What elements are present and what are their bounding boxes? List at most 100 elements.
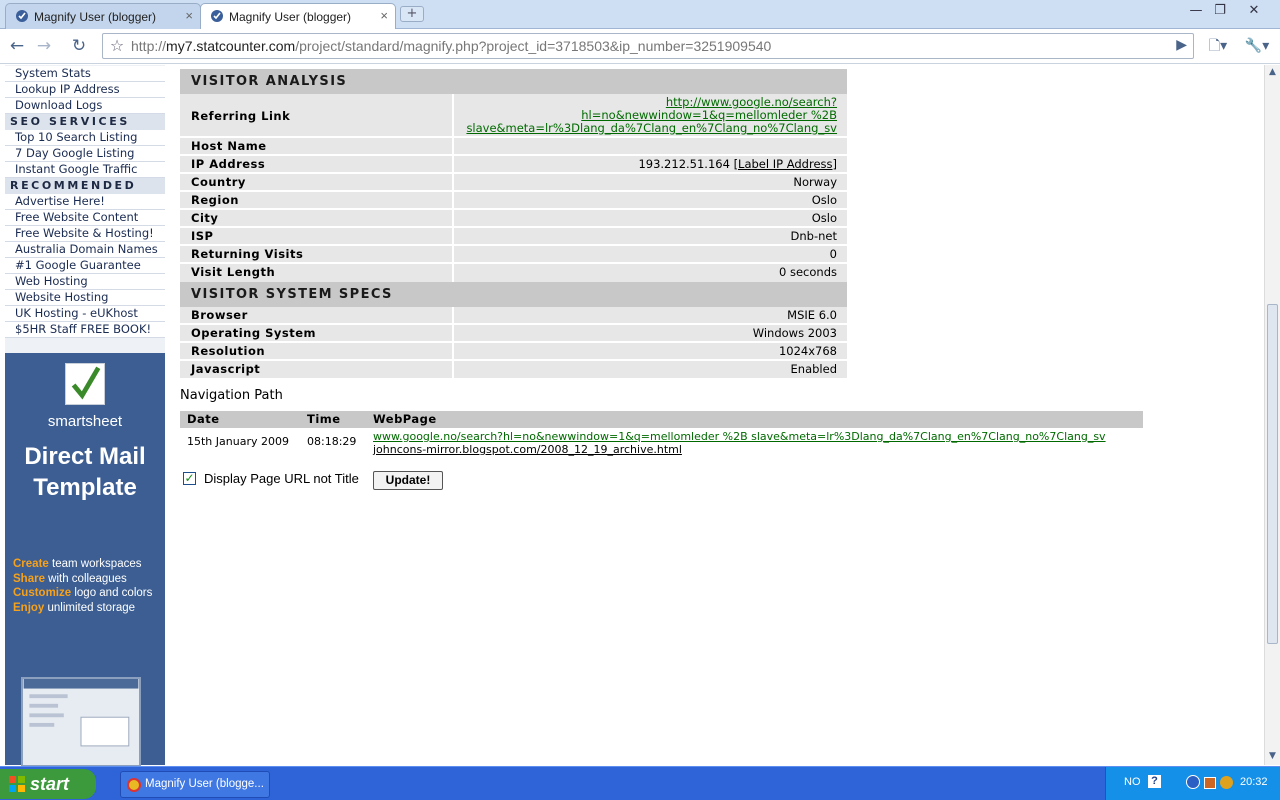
referring-link-row: Referring Link http://www.google.no/sear… [180, 94, 847, 138]
vertical-scrollbar[interactable]: ▲ ▼ [1264, 65, 1280, 765]
start-label: start [30, 774, 70, 794]
javascript-value: Enabled [452, 361, 847, 378]
ad-feature-keyword: Share [13, 573, 45, 585]
sidebar-item-free-hosting[interactable]: Free Website & Hosting! [5, 226, 165, 242]
column-header-webpage: WebPage [373, 412, 437, 426]
host-name-value [452, 138, 847, 154]
maximize-icon[interactable]: ❐ [1208, 2, 1232, 20]
city-row: City Oslo [180, 210, 847, 228]
app-tray-icon[interactable] [1204, 777, 1216, 789]
address-bar[interactable]: ☆ http://my7.statcounter.com/project/sta… [102, 33, 1194, 59]
minimize-icon[interactable]: — [1184, 2, 1208, 20]
help-icon[interactable]: ? [1148, 775, 1161, 788]
globe-icon[interactable] [1220, 776, 1233, 789]
sidebar-item-staff-book[interactable]: $5HR Staff FREE BOOK! [5, 322, 165, 338]
sidebar-item-australia-domains[interactable]: Australia Domain Names [5, 242, 165, 258]
url-host: my7.statcounter.com [166, 38, 296, 54]
city-label: City [191, 211, 219, 225]
navigation-path-title: Navigation Path [180, 388, 283, 403]
ad-brand: smartsheet [47, 413, 123, 430]
visitor-analysis-heading: VISITOR ANALYSIS [180, 69, 847, 94]
scroll-up-icon[interactable]: ▲ [1265, 65, 1280, 80]
ad-feature-text: with colleagues [44, 573, 127, 585]
sidebar-item-uk-hosting[interactable]: UK Hosting - eUKhost [5, 306, 165, 322]
sidebar-item-website-hosting[interactable]: Website Hosting [5, 290, 165, 306]
sidebar-item-advertise[interactable]: Advertise Here! [5, 194, 165, 210]
referring-link-line: slave&meta=lr%3Dlang_da%7Clang_en%7Clang… [466, 121, 837, 135]
ad-feature-keyword: Customize [13, 587, 72, 599]
ip-address-row: IP Address 193.212.51.164 [Label IP Addr… [180, 156, 847, 174]
url-scheme: http:// [131, 38, 167, 54]
taskbar: start Magnify User (blogge... NO ? 20:32 [0, 766, 1280, 800]
bookmark-star-icon[interactable]: ☆ [105, 35, 129, 57]
tab-close-icon[interactable]: × [380, 8, 388, 23]
country-label: Country [191, 175, 246, 189]
sidebar-item-download-logs[interactable]: Download Logs [5, 98, 165, 114]
scroll-down-icon[interactable]: ▼ [1265, 749, 1280, 764]
ad-headline: Direct Mail Template [5, 441, 165, 503]
country-row: Country Norway [180, 174, 847, 192]
os-label: Operating System [191, 326, 317, 340]
tab-close-icon[interactable]: × [185, 8, 193, 23]
os-value: Windows 2003 [452, 325, 847, 341]
ad-feature: Create team workspaces [13, 558, 142, 570]
webpage-link-referrer[interactable]: www.google.no/search?hl=no&newwindow=1&q… [373, 430, 1106, 443]
returning-visits-value: 0 [452, 246, 847, 262]
wrench-menu-icon[interactable]: 🔧▾ [1240, 35, 1274, 57]
display-url-checkbox[interactable]: ✓ [183, 472, 196, 485]
visit-length-label: Visit Length [191, 265, 276, 279]
sidebar-item-free-content[interactable]: Free Website Content [5, 210, 165, 226]
region-label: Region [191, 193, 239, 207]
update-button[interactable]: Update! [373, 471, 443, 490]
tab-title: Magnify User (blogger) [34, 10, 157, 24]
tab-magnify-user-1[interactable]: Magnify User (blogger) × [5, 3, 201, 29]
os-row: Operating System Windows 2003 [180, 325, 847, 343]
sidebar-item-google-guarantee[interactable]: #1 Google Guarantee [5, 258, 165, 274]
system-tray: NO ? 20:32 [1105, 767, 1280, 800]
navigation-table-header: Date Time WebPage [180, 411, 1143, 428]
column-header-time: Time [307, 412, 341, 426]
region-value: Oslo [452, 192, 847, 208]
webpage-link-page[interactable]: johncons-mirror.blogspot.com/2008_12_19_… [373, 443, 682, 456]
label-ip-address-link[interactable]: [Label IP Address] [734, 157, 837, 171]
reload-icon[interactable]: ↻ [67, 35, 91, 57]
sidebar-item-lookup-ip[interactable]: Lookup IP Address [5, 82, 165, 98]
tab-magnify-user-2[interactable]: Magnify User (blogger) × [200, 3, 396, 30]
ad-feature-text: logo and colors [71, 587, 153, 599]
returning-visits-label: Returning Visits [191, 247, 304, 261]
ad-feature: Customize logo and colors [13, 587, 152, 599]
browser-toolbar: ← → ↻ ☆ http://my7.statcounter.com/proje… [0, 29, 1280, 64]
sidebar-item-web-hosting[interactable]: Web Hosting [5, 274, 165, 290]
language-indicator[interactable]: NO [1124, 776, 1141, 788]
sidebar-item-instant-traffic[interactable]: Instant Google Traffic [5, 162, 165, 178]
resolution-value: 1024x768 [452, 343, 847, 359]
javascript-label: Javascript [191, 362, 261, 376]
sidebar-heading-recommended: RECOMMENDED [5, 178, 165, 194]
returning-visits-row: Returning Visits 0 [180, 246, 847, 264]
isp-value: Dnb-net [452, 228, 847, 244]
close-window-icon[interactable]: ✕ [1242, 2, 1266, 20]
url-text[interactable]: http://my7.statcounter.com/project/stand… [131, 38, 771, 54]
ad-feature: Share with colleagues [13, 573, 127, 585]
resolution-row: Resolution 1024x768 [180, 343, 847, 361]
page-menu-icon[interactable]: 🗋▾ [1203, 35, 1233, 57]
start-button[interactable]: start [0, 769, 96, 799]
ad-feature-text: unlimited storage [44, 602, 136, 614]
sidebar-item-7day[interactable]: 7 Day Google Listing [5, 146, 165, 162]
host-name-row: Host Name [180, 138, 847, 156]
sidebar-item-top10[interactable]: Top 10 Search Listing [5, 130, 165, 146]
chrome-icon [127, 778, 141, 792]
statcounter-favicon-icon [16, 10, 28, 22]
scrollbar-thumb[interactable] [1267, 304, 1278, 644]
visit-length-row: Visit Length 0 seconds [180, 264, 847, 282]
taskbar-item-chrome[interactable]: Magnify User (blogge... [120, 771, 270, 798]
host-name-label: Host Name [191, 139, 267, 153]
back-icon[interactable]: ← [5, 35, 29, 57]
new-tab-button[interactable]: + [400, 6, 424, 22]
sidebar-item-system-stats[interactable]: System Stats [5, 66, 165, 82]
go-icon[interactable]: ▶ [1176, 37, 1187, 53]
forward-icon[interactable]: → [32, 35, 56, 57]
network-icon[interactable] [1186, 775, 1200, 789]
referring-link[interactable]: http://www.google.no/search? hl=no&newwi… [454, 96, 837, 135]
windows-flag-icon [9, 776, 25, 792]
